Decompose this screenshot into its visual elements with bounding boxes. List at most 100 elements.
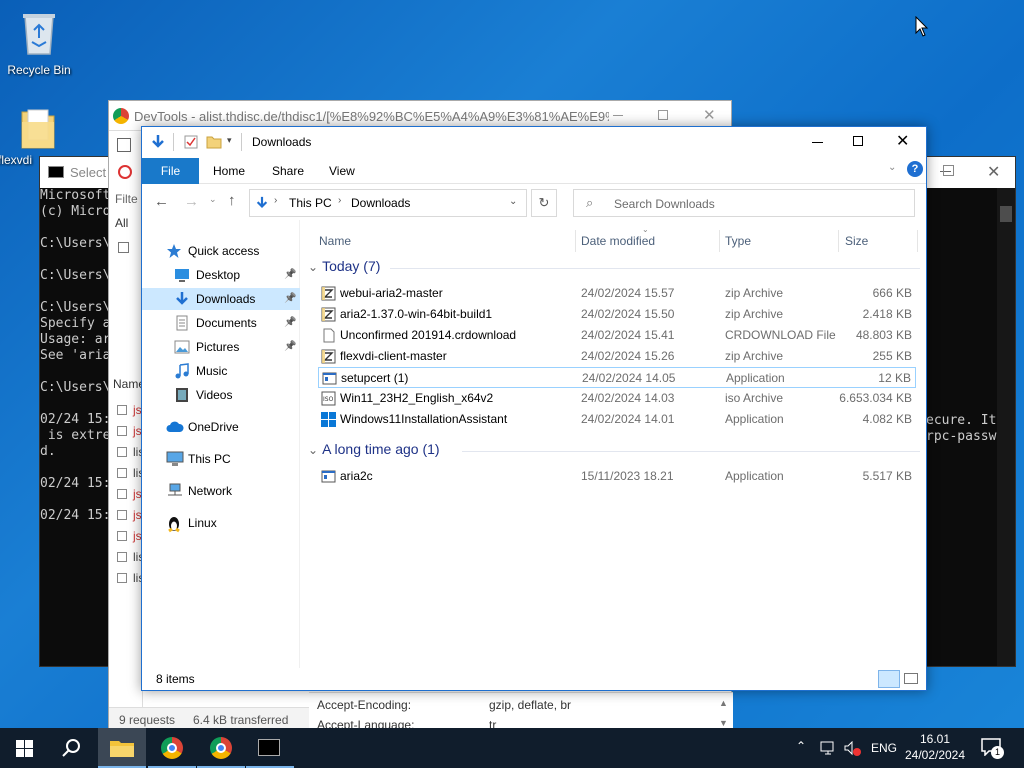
checkbox[interactable] — [117, 573, 127, 583]
scroll-down-icon[interactable]: ▼ — [719, 718, 728, 728]
nav-item[interactable]: Music — [142, 360, 300, 382]
header-key: Accept-Encoding: — [317, 698, 412, 712]
nav-item[interactable]: This PC — [142, 448, 300, 470]
tab-share[interactable]: Share — [260, 158, 316, 184]
file-row[interactable]: aria2-1.37.0-win-64bit-build1 24/02/2024 … — [318, 304, 916, 325]
breadcrumb-separator-icon[interactable]: › — [338, 195, 341, 206]
download-arrow-icon[interactable] — [150, 134, 166, 150]
taskbar-cmd[interactable] — [246, 728, 294, 768]
file-explorer-window[interactable]: ▾ Downloads ✕ File Home Share View ⌄ ? ←… — [141, 126, 927, 691]
cmd-close-button[interactable]: ✕ — [987, 162, 1000, 182]
inspect-icon[interactable] — [117, 138, 131, 152]
group-header[interactable]: ⌄ A long time ago (1) — [308, 441, 440, 457]
maximize-button[interactable] — [853, 136, 863, 146]
file-row[interactable]: webui-aria2-master 24/02/2024 15.57 zip Ar… — [318, 283, 916, 304]
search-box[interactable]: ⌕ Search Downloads — [573, 189, 915, 217]
devtools-close-button[interactable]: ✕ — [703, 106, 716, 124]
forward-button[interactable]: → — [184, 193, 199, 210]
onedrive-icon — [166, 419, 184, 435]
recent-locations-button[interactable]: ⌄ — [209, 194, 217, 205]
show-hidden-icons-button[interactable]: ⌃ — [796, 739, 806, 753]
checkbox[interactable] — [117, 531, 127, 541]
desktop-icon-recycle-bin[interactable]: Recycle Bin — [0, 8, 79, 77]
devtools-minimize-button[interactable] — [613, 115, 623, 116]
column-name[interactable]: Name — [319, 230, 351, 252]
address-bar[interactable]: › This PC › Downloads ⌄ — [249, 189, 527, 217]
taskbar-chrome-1[interactable] — [148, 728, 196, 768]
collapse-group-icon[interactable]: ⌄ — [308, 260, 318, 274]
file-row[interactable]: Unconfirmed 201914.crdownload 24/02/2024 … — [318, 325, 916, 346]
file-name: Windows11InstallationAssistant — [340, 412, 508, 426]
properties-icon[interactable] — [183, 134, 199, 150]
filter-all[interactable]: All — [115, 216, 128, 230]
devtools-maximize-button[interactable] — [658, 110, 668, 120]
expand-ribbon-icon[interactable]: ⌄ — [888, 162, 896, 173]
tab-view[interactable]: View — [317, 158, 367, 184]
column-size[interactable]: Size — [845, 230, 868, 252]
network-icon[interactable] — [820, 741, 838, 755]
close-button[interactable]: ✕ — [896, 131, 909, 151]
start-button[interactable] — [0, 728, 48, 768]
nav-item[interactable]: Documents 📌 — [142, 312, 300, 334]
file-row[interactable]: Windows11InstallationAssistant 24/02/2024… — [318, 409, 916, 430]
cmd-scroll-thumb[interactable] — [1000, 206, 1012, 222]
application-icon — [321, 469, 336, 484]
checkbox[interactable] — [117, 468, 127, 478]
checkbox[interactable] — [117, 489, 127, 499]
checkbox[interactable] — [117, 447, 127, 457]
large-icons-view-icon[interactable] — [904, 673, 918, 684]
checkbox[interactable] — [117, 426, 127, 436]
tab-home[interactable]: Home — [201, 158, 257, 184]
clock[interactable]: 16.01 24/02/2024 — [900, 731, 970, 765]
nav-item[interactable]: OneDrive — [142, 416, 300, 438]
refresh-button[interactable]: ↻ — [531, 189, 557, 217]
network-icon — [166, 483, 184, 499]
cmd-icon — [258, 739, 280, 756]
details-view-icon[interactable] — [878, 670, 900, 688]
file-row[interactable]: setupcert (1) 24/02/2024 14.05 Application… — [318, 367, 916, 388]
taskbar-file-explorer[interactable] — [98, 728, 146, 768]
nav-item[interactable]: Videos — [142, 384, 300, 406]
checkbox[interactable] — [118, 242, 129, 253]
nav-item[interactable]: Downloads 📌 — [142, 288, 300, 310]
file-row[interactable]: aria2c 15/11/2023 18.21 Application 5.517 K… — [318, 466, 916, 487]
file-row[interactable]: flexvdi-client-master 24/02/2024 15.26 zip… — [318, 346, 916, 367]
tab-file[interactable]: File — [142, 158, 199, 184]
checkbox[interactable] — [117, 552, 127, 562]
nav-item[interactable]: Pictures 📌 — [142, 336, 300, 358]
scroll-up-icon[interactable]: ▲ — [719, 698, 728, 708]
taskbar-chrome-2[interactable] — [197, 728, 245, 768]
nav-item[interactable]: Quick access — [142, 240, 300, 262]
action-center-button[interactable]: 1 — [981, 738, 1004, 759]
checkbox[interactable] — [117, 405, 127, 415]
collapse-group-icon[interactable]: ⌄ — [308, 443, 318, 457]
minimize-button[interactable] — [812, 142, 823, 143]
zip-icon — [321, 286, 336, 301]
group-header[interactable]: ⌄ Today (7) — [308, 258, 380, 274]
back-button[interactable]: ← — [154, 193, 169, 210]
cmd-scrollbar[interactable] — [997, 188, 1015, 666]
nav-item[interactable]: Network — [142, 480, 300, 502]
explorer-titlebar[interactable]: ▾ Downloads ✕ — [142, 127, 926, 158]
breadcrumb-this-pc[interactable]: This PC — [289, 196, 332, 210]
breadcrumb-separator-icon[interactable]: › — [274, 195, 277, 206]
nav-item[interactable]: Desktop 📌 — [142, 264, 300, 286]
file-type: CRDOWNLOAD File — [725, 328, 836, 342]
search-button[interactable] — [48, 728, 96, 768]
volume-muted-icon[interactable] — [844, 741, 862, 757]
quick-access-dropdown-icon[interactable]: ▾ — [227, 135, 232, 146]
address-dropdown-icon[interactable]: ⌄ — [509, 196, 517, 207]
documents-icon — [174, 315, 192, 331]
cmd-maximize-button[interactable] — [943, 165, 954, 176]
file-row[interactable]: ISO Win11_23H2_English_x64v2 24/02/2024 14… — [318, 388, 916, 409]
language-indicator[interactable]: ENG — [871, 741, 897, 755]
devtools-left-panel: Filte All Name js js lis lis js js js lis lis — [109, 131, 145, 731]
nav-item[interactable]: Linux — [142, 512, 300, 534]
column-type[interactable]: Type — [725, 230, 751, 252]
checkbox[interactable] — [117, 510, 127, 520]
record-icon[interactable] — [118, 165, 132, 179]
up-button[interactable]: ↑ — [228, 192, 236, 209]
new-folder-icon[interactable] — [206, 134, 222, 150]
breadcrumb-downloads[interactable]: Downloads — [351, 196, 410, 210]
help-icon[interactable]: ? — [907, 161, 923, 177]
